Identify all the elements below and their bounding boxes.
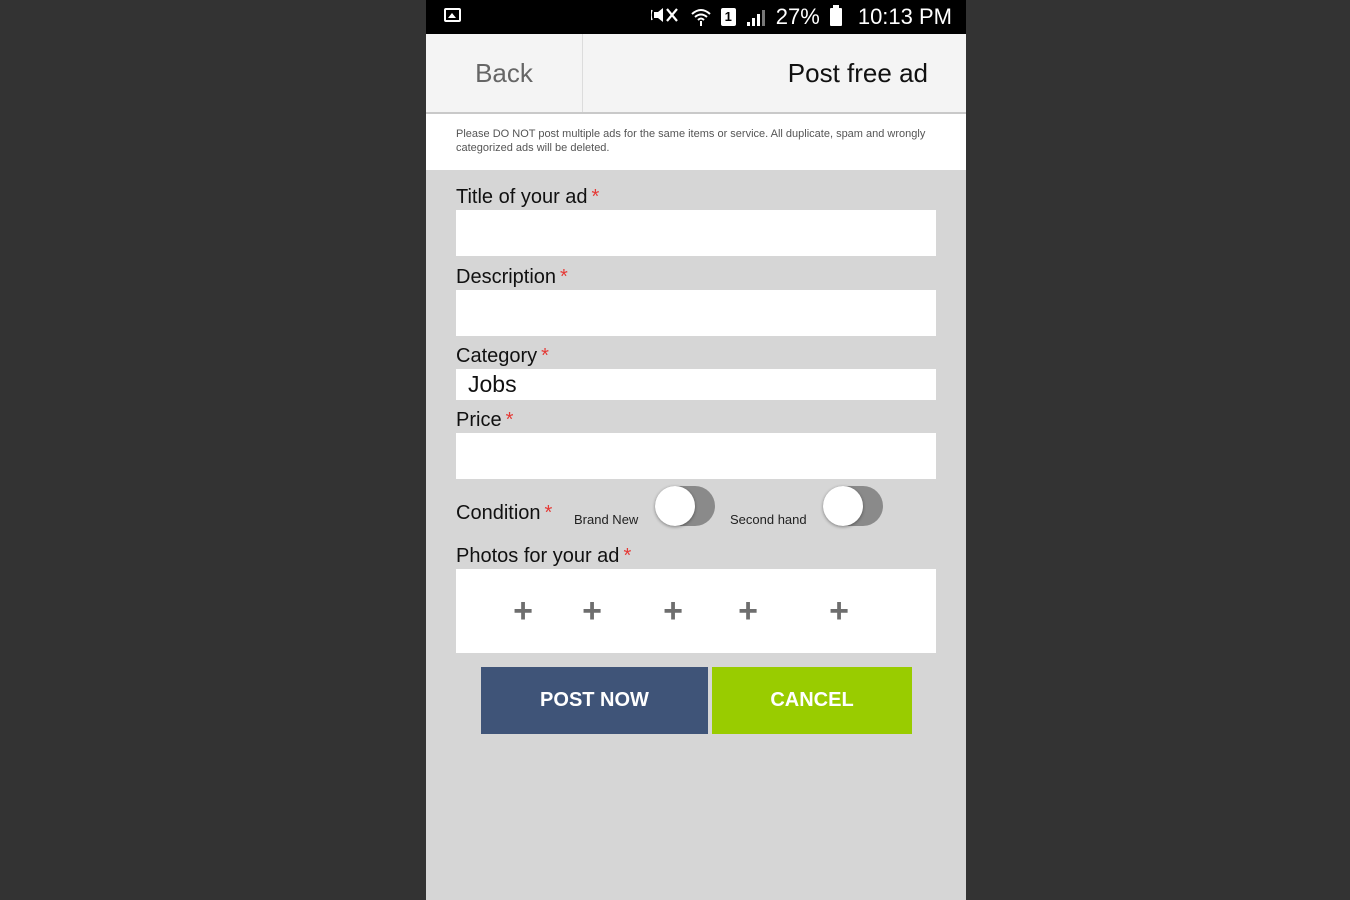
toggle-knob — [823, 486, 863, 526]
add-photo-2-button[interactable]: + — [577, 591, 607, 631]
photos-label: Photos for your ad * — [456, 545, 631, 568]
back-button[interactable]: Back — [426, 34, 583, 112]
mute-icon — [650, 6, 681, 28]
add-photo-1-button[interactable]: + — [508, 591, 538, 631]
battery-icon — [829, 5, 842, 26]
price-label-text: Price — [456, 409, 502, 431]
description-label: Description * — [456, 266, 568, 289]
title-label: Title of your ad * — [456, 186, 599, 209]
post-now-button[interactable]: POST NOW — [481, 667, 708, 734]
category-label-text: Category — [456, 345, 538, 367]
description-input[interactable] — [456, 290, 936, 336]
price-label: Price * — [456, 409, 513, 432]
required-marker: * — [505, 409, 514, 431]
toggle-knob — [655, 486, 695, 526]
condition-row: Condition * Brand New Second hand — [456, 484, 936, 532]
status-icons: 1 27% 10:13 PM — [650, 0, 952, 34]
phone-screen: 1 27% 10:13 PM Back Post free ad Please … — [426, 0, 966, 900]
brand-new-toggle[interactable] — [655, 486, 715, 526]
cancel-button[interactable]: CANCEL — [712, 667, 912, 734]
price-input[interactable] — [456, 433, 936, 479]
sim-icon: 1 — [720, 8, 736, 26]
category-select[interactable]: Jobs — [456, 369, 936, 400]
condition-label: Condition * — [456, 502, 552, 525]
posting-notice: Please DO NOT post multiple ads for the … — [426, 114, 966, 170]
required-marker: * — [544, 502, 553, 524]
required-marker: * — [591, 186, 600, 208]
wifi-icon — [691, 8, 711, 26]
add-photo-3-button[interactable]: + — [658, 591, 688, 631]
condition-label-text: Condition — [456, 502, 541, 524]
required-marker: * — [541, 345, 549, 367]
second-hand-toggle[interactable] — [823, 486, 883, 526]
app-header: Back Post free ad — [426, 34, 966, 114]
description-label-text: Description — [456, 266, 557, 288]
add-photo-5-button[interactable]: + — [824, 591, 854, 631]
photos-label-text: Photos for your ad — [456, 545, 620, 567]
battery-percent: 27% — [775, 4, 820, 29]
required-marker: * — [623, 545, 632, 567]
clock: 10:13 PM — [857, 4, 952, 29]
page-title: Post free ad — [787, 57, 928, 88]
photo-slots: + + + + + — [456, 569, 936, 653]
title-label-text: Title of your ad — [456, 186, 588, 208]
brand-new-label: Brand New — [574, 512, 639, 527]
gallery-icon — [444, 8, 461, 22]
category-label: Category * — [456, 345, 549, 368]
second-hand-label: Second hand — [730, 512, 807, 527]
signal-icon — [746, 8, 766, 26]
add-photo-4-button[interactable]: + — [733, 591, 763, 631]
required-marker: * — [560, 266, 568, 288]
status-bar: 1 27% 10:13 PM — [426, 0, 966, 34]
title-input[interactable] — [456, 210, 936, 256]
